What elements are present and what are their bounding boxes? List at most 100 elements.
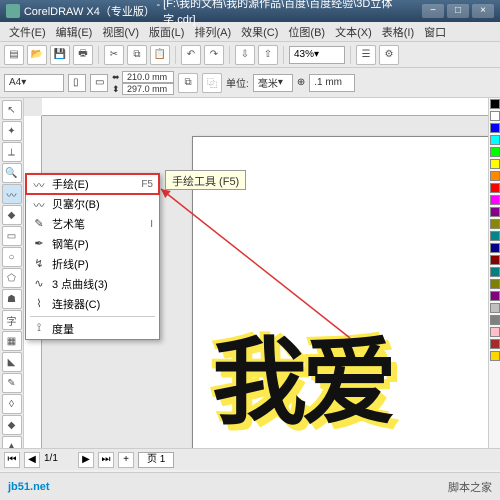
window-controls: − □ × <box>422 4 494 18</box>
redo-button[interactable]: ↷ <box>204 45 224 65</box>
color-swatch[interactable] <box>490 279 500 289</box>
color-swatch[interactable] <box>490 303 500 313</box>
menu-item[interactable]: 位图(B) <box>283 24 330 40</box>
tool-icon: 〰 <box>32 197 46 211</box>
color-swatch[interactable] <box>490 231 500 241</box>
table-tool[interactable]: ▦ <box>2 331 22 351</box>
menu-item[interactable]: 视图(V) <box>97 24 144 40</box>
color-swatch[interactable] <box>490 327 500 337</box>
app-icon <box>6 4 20 18</box>
color-swatch[interactable] <box>490 111 500 121</box>
rectangle-tool[interactable]: ▭ <box>2 226 22 246</box>
flyout-item[interactable]: ∿3 点曲线(3) <box>26 274 159 294</box>
freehand-tool[interactable]: 〰 <box>2 184 22 204</box>
page-tab[interactable]: 页 1 <box>138 452 174 468</box>
flyout-item[interactable]: ⟟度量 <box>26 319 159 339</box>
shape-tool[interactable]: ✦ <box>2 121 22 141</box>
freehand-icon: 〰 <box>32 177 46 191</box>
flyout-item[interactable]: 〰贝塞尔(B) <box>26 194 159 214</box>
prev-page-button[interactable]: ◀ <box>24 452 40 468</box>
color-swatch[interactable] <box>490 195 500 205</box>
color-swatch[interactable] <box>490 267 500 277</box>
page-counter: 1/1 <box>44 453 74 467</box>
menu-item[interactable]: 文件(E) <box>4 24 51 40</box>
orientation-portrait[interactable]: ▯ <box>68 74 86 92</box>
color-swatch[interactable] <box>490 183 500 193</box>
save-button[interactable]: 💾 <box>50 45 70 65</box>
pick-tool[interactable]: ↖ <box>2 100 22 120</box>
orientation-landscape[interactable]: ▭ <box>90 74 108 92</box>
paper-size-combo[interactable]: A4 ▾ <box>4 74 64 92</box>
color-swatch[interactable] <box>490 159 500 169</box>
color-swatch[interactable] <box>490 219 500 229</box>
basic-shapes-tool[interactable]: ☗ <box>2 289 22 309</box>
flyout-shortcut: F5 <box>141 179 153 190</box>
fill-tool[interactable]: ◆ <box>2 415 22 435</box>
toolbox: ↖ ✦ ⟂ 🔍 〰 ◆ ▭ ○ ⬠ ☗ 字 ▦ ◣ ✎ ◊ ◆ ▲ <box>0 98 24 470</box>
color-swatch[interactable] <box>490 171 500 181</box>
copy-button[interactable]: ⧉ <box>127 45 147 65</box>
color-swatch[interactable] <box>490 339 500 349</box>
flyout-item[interactable]: ↯折线(P) <box>26 254 159 274</box>
standard-toolbar: ▤ 📂 💾 🖶 ✂ ⧉ 📋 ↶ ↷ ⇩ ⇧ 43% ▾ ☰ ⚙ <box>0 42 500 68</box>
flyout-header[interactable]: 〰 手绘(E) F5 <box>26 174 159 194</box>
watermark-bar: jb51.net 脚本之家 <box>0 472 500 500</box>
text-tool[interactable]: 字 <box>2 310 22 330</box>
color-swatch[interactable] <box>490 315 500 325</box>
open-button[interactable]: 📂 <box>27 45 47 65</box>
color-swatch[interactable] <box>490 99 500 109</box>
flyout-item-label: 连接器(C) <box>52 296 100 312</box>
menu-item[interactable]: 版面(L) <box>144 24 189 40</box>
units-combo[interactable]: 毫米 ▾ <box>253 74 293 92</box>
snap-button[interactable]: ☰ <box>356 45 376 65</box>
undo-button[interactable]: ↶ <box>181 45 201 65</box>
menu-item[interactable]: 排列(A) <box>189 24 236 40</box>
menu-item[interactable]: 编辑(E) <box>51 24 98 40</box>
menu-item[interactable]: 效果(C) <box>236 24 283 40</box>
flyout-item[interactable]: ✎艺术笔I <box>26 214 159 234</box>
print-button[interactable]: 🖶 <box>73 45 93 65</box>
facing-pages-icon[interactable]: ⿻ <box>202 73 222 93</box>
color-swatch[interactable] <box>490 291 500 301</box>
menu-item[interactable]: 窗口 <box>419 24 451 40</box>
color-swatch[interactable] <box>490 255 500 265</box>
interactive-tool[interactable]: ◣ <box>2 352 22 372</box>
minimize-button[interactable]: − <box>422 4 444 18</box>
crop-tool[interactable]: ⟂ <box>2 142 22 162</box>
menu-item[interactable]: 文本(X) <box>330 24 377 40</box>
page-width-field[interactable]: 210.0 mm <box>122 71 174 83</box>
page-height-field[interactable]: 297.0 mm <box>122 83 174 95</box>
first-page-button[interactable]: ⏮ <box>4 452 20 468</box>
color-swatch[interactable] <box>490 207 500 217</box>
color-swatch[interactable] <box>490 351 500 361</box>
last-page-button[interactable]: ⏭ <box>98 452 114 468</box>
color-swatch[interactable] <box>490 135 500 145</box>
dup-pages-icon[interactable]: ⧉ <box>178 73 198 93</box>
flyout-item[interactable]: ⌇连接器(C) <box>26 294 159 314</box>
close-button[interactable]: × <box>472 4 494 18</box>
zoom-tool[interactable]: 🔍 <box>2 163 22 183</box>
new-button[interactable]: ▤ <box>4 45 24 65</box>
import-button[interactable]: ⇩ <box>235 45 255 65</box>
next-page-button[interactable]: ▶ <box>78 452 94 468</box>
maximize-button[interactable]: □ <box>447 4 469 18</box>
export-button[interactable]: ⇧ <box>258 45 278 65</box>
color-swatch[interactable] <box>490 123 500 133</box>
color-swatch[interactable] <box>490 243 500 253</box>
add-page-button[interactable]: + <box>118 452 134 468</box>
eyedropper-tool[interactable]: ✎ <box>2 373 22 393</box>
ruler-horizontal <box>42 98 500 116</box>
paste-button[interactable]: 📋 <box>150 45 170 65</box>
smart-fill-tool[interactable]: ◆ <box>2 205 22 225</box>
polygon-tool[interactable]: ⬠ <box>2 268 22 288</box>
options-button[interactable]: ⚙ <box>379 45 399 65</box>
nudge-field[interactable]: .1 mm <box>309 74 355 92</box>
ellipse-tool[interactable]: ○ <box>2 247 22 267</box>
color-swatch[interactable] <box>490 147 500 157</box>
cut-button[interactable]: ✂ <box>104 45 124 65</box>
menu-item[interactable]: 表格(I) <box>377 24 419 40</box>
flyout-item[interactable]: ✒钢笔(P) <box>26 234 159 254</box>
flyout-item-label: 度量 <box>52 321 74 337</box>
zoom-combo[interactable]: 43% ▾ <box>289 46 345 64</box>
outline-tool[interactable]: ◊ <box>2 394 22 414</box>
